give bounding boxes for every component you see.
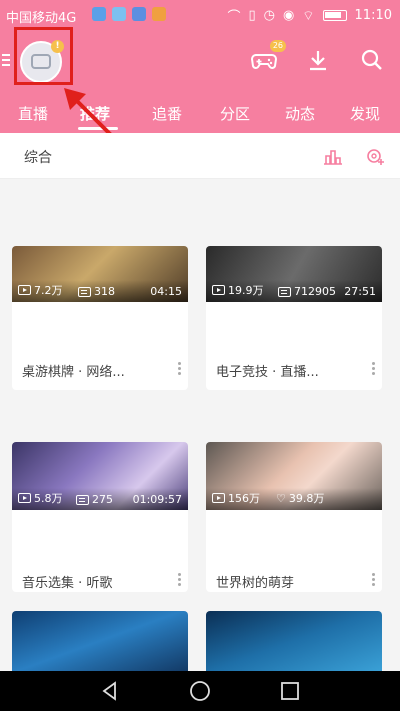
video-title[interactable]: 桌游棋牌 · 网络... [22,361,167,380]
video-duration: 27:51 [344,285,376,298]
annotation-highlight-box [14,27,73,85]
like-icon: ♡ [276,491,286,505]
channel-settings-icon[interactable] [364,145,386,167]
danmaku-icon [76,494,89,505]
system-nav-bar [0,671,400,711]
video-thumbnail[interactable]: 7.2万 318 04:15 [12,246,188,302]
more-icon[interactable] [178,573,182,588]
tab-anime[interactable]: 追番 [152,103,182,124]
video-card[interactable]: 7.2万 318 04:15 桌游棋牌 · 网络... [12,246,188,390]
section-header: 综合 [0,133,400,179]
notification-icons [92,7,166,21]
section-actions [322,145,386,167]
video-card[interactable]: 5.8万 275 01:09:57 音乐选集 · 听歌 [12,442,188,592]
video-duration: 04:15 [150,285,182,298]
video-title[interactable]: 音乐选集 · 听歌 [22,572,167,591]
danmaku-count: 318 [94,285,115,298]
play-count: 19.9万 [228,284,264,297]
headphone-icon: ⌒ [227,10,241,25]
eye-icon: ◉ [282,8,295,23]
menu-icon[interactable] [2,54,10,69]
play-icon [18,493,31,503]
danmaku-count: 275 [92,493,113,506]
clock: 11:10 [354,8,392,23]
wifi-icon: ⌔ [302,8,315,24]
video-stats: 5.8万 275 01:09:57 [12,488,188,510]
download-button[interactable] [304,46,334,74]
play-count: 5.8万 [34,492,63,505]
vibrate-icon: ▯ [248,8,256,23]
system-icons: ⌒ ▯ ◷ ◉ ⌔ 11:10 [227,6,392,25]
recents-icon[interactable] [278,679,302,703]
video-title[interactable]: 电子竞技 · 直播... [216,361,361,380]
video-stats: 19.9万 712905 27:51 [206,280,382,302]
battery-icon [322,10,347,21]
game-badge: 26 [269,40,286,52]
status-bar: 中国移动4G ⌒ ▯ ◷ ◉ ⌔ 11:10 [0,0,400,30]
video-thumbnail[interactable]: 19.9万 712905 27:51 [206,246,382,302]
alarm-icon: ◷ [263,8,275,23]
more-icon[interactable] [372,362,376,377]
play-count: 156万 [228,492,260,505]
video-card[interactable] [12,611,188,671]
more-icon[interactable] [372,573,376,588]
search-button[interactable] [358,46,388,74]
video-card[interactable]: 19.9万 712905 27:51 电子竞技 · 直播... [206,246,382,390]
carrier-label: 中国移动4G [6,11,77,26]
tab-live[interactable]: 直播 [18,103,48,124]
video-title[interactable]: 世界树的萌芽 [216,572,361,591]
video-thumbnail[interactable] [12,611,188,671]
danmaku-icon [278,286,291,297]
video-thumbnail[interactable]: 156万 ♡ 39.8万 [206,442,382,510]
notification-icon [112,7,126,21]
back-icon[interactable] [98,679,122,703]
danmaku-count: 712905 [294,285,336,298]
toolbar-actions: 26 [250,40,388,74]
notification-icon [152,7,166,21]
video-card[interactable] [206,611,382,671]
section-title: 综合 [24,150,52,166]
tab-categories[interactable]: 分区 [220,103,250,124]
more-icon[interactable] [178,362,182,377]
like-count: 39.8万 [288,492,325,505]
home-icon[interactable] [188,679,212,703]
ranking-icon[interactable] [322,145,344,167]
play-icon [18,285,31,295]
tab-discover[interactable]: 发现 [350,103,380,124]
video-thumbnail[interactable] [206,611,382,671]
video-thumbnail[interactable]: 5.8万 275 01:09:57 [12,442,188,510]
video-duration: 01:09:57 [132,493,182,506]
notification-icon [92,7,106,21]
video-stats: 156万 ♡ 39.8万 [206,488,382,510]
danmaku-icon [78,286,91,297]
tab-feed[interactable]: 动态 [285,103,315,124]
game-center-button[interactable]: 26 [250,40,286,74]
play-icon [212,493,225,503]
play-count: 7.2万 [34,284,63,297]
download-icon [310,51,326,71]
notification-icon [132,7,146,21]
video-stats: 7.2万 318 04:15 [12,280,188,302]
video-card[interactable]: 156万 ♡ 39.8万 世界树的萌芽 [206,442,382,592]
play-icon [212,285,225,295]
search-icon [361,49,382,70]
